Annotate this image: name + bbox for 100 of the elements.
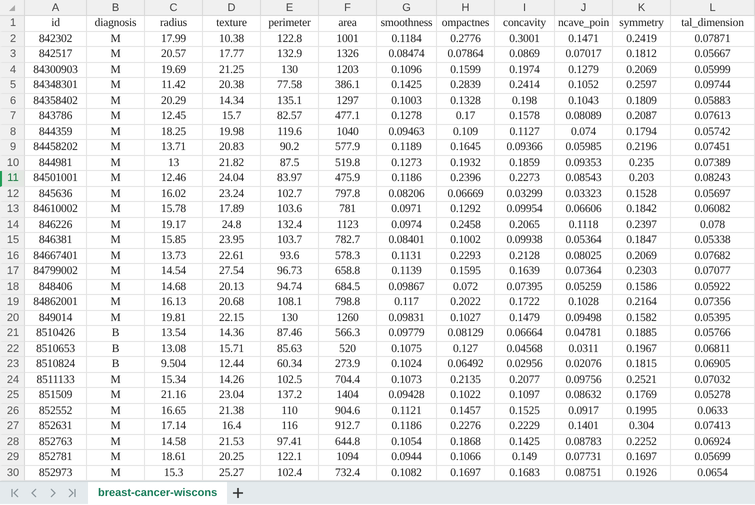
row-header[interactable]: 6: [0, 94, 25, 109]
table-cell: 84458202: [25, 140, 87, 156]
table-cell: 0.2839: [437, 78, 495, 94]
row-header[interactable]: 23: [0, 357, 25, 372]
row-header[interactable]: 2: [0, 32, 25, 47]
table-cell: 0.09779: [377, 326, 437, 342]
row-header[interactable]: 3: [0, 47, 25, 62]
row-header[interactable]: 26: [0, 404, 25, 419]
select-all-corner[interactable]: [0, 0, 25, 16]
table-cell: 0.117: [377, 295, 437, 310]
table-cell: 0.03323: [555, 186, 613, 202]
table-cell: M: [87, 450, 145, 466]
table-cell: 20.29: [145, 94, 203, 109]
table-cell: 16.13: [145, 295, 203, 310]
row-header[interactable]: 30: [0, 466, 25, 481]
column-header[interactable]: J: [555, 0, 613, 16]
row-header[interactable]: 12: [0, 186, 25, 202]
table-cell: 846381: [25, 233, 87, 248]
table-cell: 0.0311: [555, 342, 613, 357]
row-header[interactable]: 21: [0, 326, 25, 342]
table-cell: 0.1974: [495, 62, 555, 78]
table-cell: 116: [261, 419, 319, 434]
table-cell: 684.5: [319, 280, 377, 295]
column-header[interactable]: K: [613, 0, 671, 16]
row-header[interactable]: 13: [0, 202, 25, 218]
table-cell: 0.2397: [613, 218, 671, 233]
table-cell: 85.63: [261, 342, 319, 357]
row-header[interactable]: 16: [0, 248, 25, 264]
row-header[interactable]: 28: [0, 434, 25, 450]
column-header[interactable]: I: [495, 0, 555, 16]
row-header[interactable]: 17: [0, 264, 25, 280]
table-cell: 103.7: [261, 233, 319, 248]
table-cell: 477.1: [319, 109, 377, 124]
row-header[interactable]: 18: [0, 280, 25, 295]
row-header[interactable]: 7: [0, 109, 25, 124]
column-header[interactable]: H: [437, 0, 495, 16]
table-cell: 18.25: [145, 124, 203, 140]
table-cell: 87.5: [261, 156, 319, 171]
table-cell: 0.08206: [377, 186, 437, 202]
table-cell: M: [87, 295, 145, 310]
table-cell: 0.05364: [555, 233, 613, 248]
row-header[interactable]: 4: [0, 62, 25, 78]
table-cell: M: [87, 78, 145, 94]
table-cell: 135.1: [261, 94, 319, 109]
table-cell: 0.198: [495, 94, 555, 109]
table-cell: 9.504: [145, 357, 203, 372]
table-cell: 0.304: [613, 419, 671, 434]
column-header[interactable]: F: [319, 0, 377, 16]
sheet-tab[interactable]: breast-cancer-wiscons: [88, 482, 228, 504]
table-cell: 21.16: [145, 388, 203, 404]
row-header[interactable]: 14: [0, 218, 25, 233]
table-cell: 0.06606: [555, 202, 613, 218]
column-header[interactable]: D: [203, 0, 261, 16]
table-cell: 0.1292: [437, 202, 495, 218]
row-header[interactable]: 15: [0, 233, 25, 248]
row-header[interactable]: 27: [0, 419, 25, 434]
row-header[interactable]: 1: [0, 16, 25, 32]
table-cell: 14.68: [145, 280, 203, 295]
table-cell: 848406: [25, 280, 87, 295]
table-cell: 0.05395: [671, 310, 755, 326]
table-cell: 0.1842: [613, 202, 671, 218]
table-cell: 1326: [319, 47, 377, 62]
table-cell: 0.1582: [613, 310, 671, 326]
row-header[interactable]: 10: [0, 156, 25, 171]
row-header[interactable]: 5: [0, 78, 25, 94]
table-cell: 0.1002: [437, 233, 495, 248]
table-cell: 798.8: [319, 295, 377, 310]
row-header[interactable]: 9: [0, 140, 25, 156]
table-cell: 0.235: [613, 156, 671, 171]
column-header[interactable]: B: [87, 0, 145, 16]
table-cell: 0.1003: [377, 94, 437, 109]
table-cell: 0.1127: [495, 124, 555, 140]
row-header[interactable]: 29: [0, 450, 25, 466]
table-cell: 519.8: [319, 156, 377, 171]
table-cell: 0.1995: [613, 404, 671, 419]
corner-triangle-icon: [9, 4, 15, 10]
column-header[interactable]: E: [261, 0, 319, 16]
table-cell: 19.69: [145, 62, 203, 78]
table-cell: 60.34: [261, 357, 319, 372]
table-cell: 23.95: [203, 233, 261, 248]
table-cell: M: [87, 32, 145, 47]
row-header[interactable]: 24: [0, 372, 25, 388]
table-cell: 132.9: [261, 47, 319, 62]
row-header[interactable]: 8: [0, 124, 25, 140]
row-header[interactable]: 11: [0, 171, 25, 186]
column-header[interactable]: L: [671, 0, 755, 16]
row-header[interactable]: 22: [0, 342, 25, 357]
column-header[interactable]: A: [25, 0, 87, 16]
table-cell: 16.65: [145, 404, 203, 419]
table-cell: 0.02956: [495, 357, 555, 372]
column-header[interactable]: C: [145, 0, 203, 16]
row-header[interactable]: 25: [0, 388, 25, 404]
column-header[interactable]: G: [377, 0, 437, 16]
table-cell: 13: [145, 156, 203, 171]
table-cell: 0.07864: [437, 47, 495, 62]
table-cell: 0.05922: [671, 280, 755, 295]
table-cell: 93.6: [261, 248, 319, 264]
table-cell: 0.1932: [437, 156, 495, 171]
row-header[interactable]: 19: [0, 295, 25, 310]
row-header[interactable]: 20: [0, 310, 25, 326]
